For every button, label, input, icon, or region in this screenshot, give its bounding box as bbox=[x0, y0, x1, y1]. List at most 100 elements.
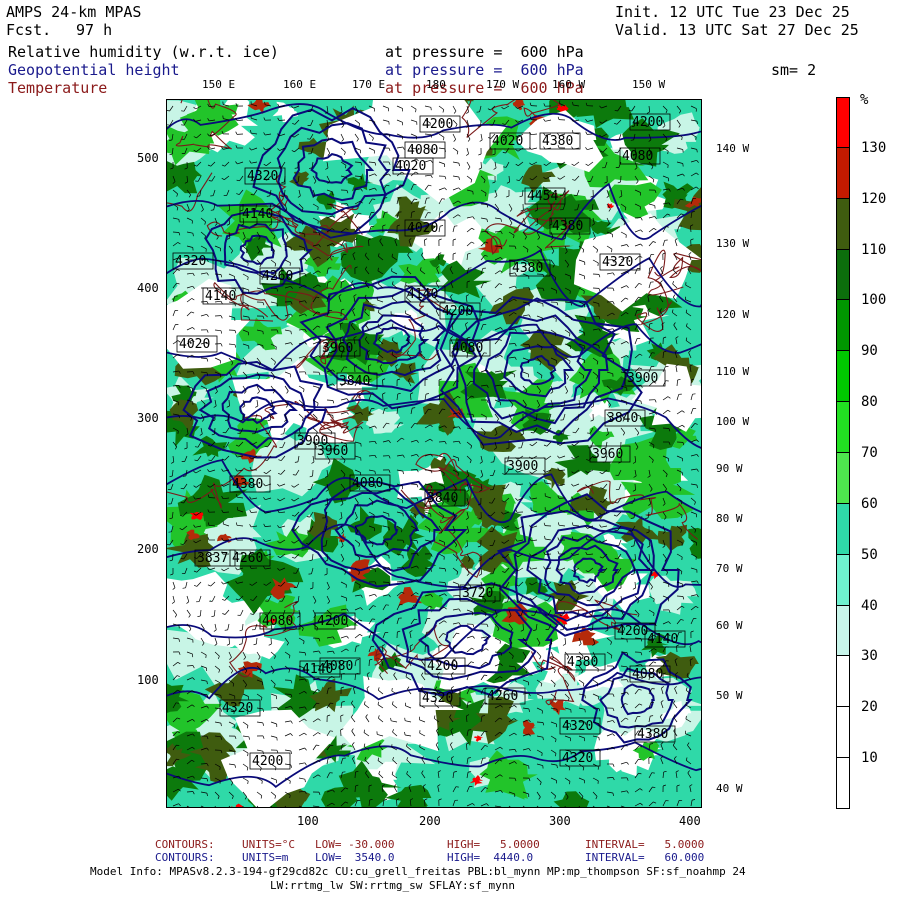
wind-barb-flag bbox=[372, 618, 376, 620]
wind-barb bbox=[382, 379, 384, 387]
height-label: 4380 bbox=[512, 261, 543, 276]
height-label: 3837 bbox=[197, 551, 228, 566]
colorbar-label: 90 bbox=[861, 343, 878, 360]
map-plot: 4320 4140 4260 4320 4140 4020 4080 4020 4200 4380… bbox=[166, 99, 702, 808]
colorbar-label: 120 bbox=[861, 190, 887, 207]
height-label: 4200 bbox=[252, 754, 283, 769]
height-contours-label: CONTOURS: bbox=[155, 851, 215, 864]
colorbar-segment bbox=[836, 351, 850, 403]
height-label: 4200 bbox=[427, 659, 458, 674]
colorbar-segment bbox=[836, 554, 850, 606]
wind-barb-flag bbox=[614, 572, 618, 574]
height-contours-units: UNITS=m bbox=[242, 851, 289, 864]
wind-barb-flag bbox=[598, 345, 600, 349]
lon-label-top: 150 W bbox=[632, 78, 666, 91]
temp-contours-label: CONTOURS: bbox=[155, 838, 215, 851]
wind-barb bbox=[172, 231, 180, 233]
wind-barb-flag bbox=[402, 513, 404, 517]
lon-label-right: 120 W bbox=[716, 308, 750, 321]
wind-barb bbox=[480, 203, 488, 205]
wind-barb bbox=[270, 315, 278, 317]
height-contours-interval: INTERVAL= 60.000 bbox=[585, 851, 705, 864]
wind-barb-flag bbox=[584, 695, 586, 699]
height-label: 4260 bbox=[617, 624, 648, 639]
height-label: 3840 bbox=[339, 374, 370, 389]
height-label: 4320 bbox=[222, 701, 253, 716]
wind-barb-flag bbox=[653, 613, 655, 617]
wind-barb bbox=[354, 785, 356, 793]
field-height-level: at pressure = 600 hPa bbox=[385, 61, 584, 79]
wind-barb-flag bbox=[696, 149, 698, 153]
colorbar-label: 10 bbox=[861, 750, 878, 767]
height-label: 3840 bbox=[607, 411, 638, 426]
colorbar-segment bbox=[836, 97, 850, 148]
model-title: AMPS 24-km MPAS bbox=[6, 3, 142, 21]
lon-label-right: 80 W bbox=[716, 512, 743, 525]
height-label: 4020 bbox=[395, 159, 426, 174]
temp-contours-high: HIGH= 5.0000 bbox=[447, 838, 540, 851]
wind-barb-flag bbox=[280, 433, 284, 435]
wind-barb-flag bbox=[685, 715, 687, 719]
wind-barb bbox=[662, 427, 670, 429]
wind-barb-flag bbox=[569, 361, 571, 365]
wind-barb-flag bbox=[206, 681, 208, 685]
lon-label-top: 170 W bbox=[486, 78, 520, 91]
wind-barb bbox=[208, 497, 216, 499]
colorbar-label: 60 bbox=[861, 495, 878, 512]
height-label: 4260 bbox=[487, 689, 518, 704]
field-rh-level: at pressure = 600 hPa bbox=[385, 43, 584, 61]
height-label: 4320 bbox=[562, 751, 593, 766]
wind-barb-flag bbox=[391, 687, 393, 692]
wind-barb bbox=[536, 721, 544, 723]
lon-label-right: 130 W bbox=[716, 237, 750, 250]
height-label: 4080 bbox=[632, 667, 663, 682]
wind-barb-flag bbox=[488, 558, 492, 560]
wind-barb-flag bbox=[358, 226, 362, 228]
temp-contours-units: UNITS=°C bbox=[242, 838, 295, 851]
wind-barb bbox=[354, 771, 356, 779]
wind-barb bbox=[186, 791, 194, 793]
height-label: 4200 bbox=[632, 115, 663, 130]
colorbar-segment bbox=[836, 605, 850, 657]
y-tick-label: 200 bbox=[137, 542, 159, 556]
wind-barb-flag bbox=[247, 753, 249, 757]
colorbar-segment bbox=[836, 147, 850, 199]
wind-barb bbox=[368, 659, 370, 667]
wind-barb bbox=[214, 273, 222, 275]
colorbar-label: 130 bbox=[861, 139, 887, 156]
x-tick-label: 100 bbox=[297, 814, 319, 828]
wind-barb bbox=[438, 581, 446, 583]
wind-barb-flag bbox=[292, 474, 296, 476]
height-contours-high: HIGH= 4440.0 bbox=[447, 851, 534, 864]
wind-barb bbox=[592, 623, 594, 631]
colorbar-segment bbox=[836, 656, 850, 708]
height-label: 4020 bbox=[492, 134, 523, 149]
wind-barb-flag bbox=[344, 366, 348, 368]
height-label: 3720 bbox=[462, 586, 493, 601]
wind-barb-flag bbox=[444, 457, 446, 461]
lon-label-right: 90 W bbox=[716, 462, 743, 475]
height-label: 3960 bbox=[317, 444, 348, 459]
lon-label-right: 110 W bbox=[716, 365, 750, 378]
wind-barb bbox=[354, 175, 362, 177]
colorbar-segment bbox=[836, 402, 850, 453]
height-label: 4380 bbox=[542, 134, 573, 149]
wind-barb-flag bbox=[681, 501, 683, 505]
wind-barb-flag bbox=[264, 101, 266, 105]
colorbar-label: 20 bbox=[861, 699, 878, 716]
wind-barb-flag bbox=[192, 233, 194, 237]
wind-barb bbox=[494, 245, 502, 247]
height-label: 4140 bbox=[407, 287, 438, 302]
height-label: 4380 bbox=[637, 727, 668, 742]
wind-barb-flag bbox=[328, 757, 332, 759]
height-label: 4380 bbox=[567, 655, 598, 670]
wind-barb-flag bbox=[468, 729, 472, 731]
field-temp-name: Temperature bbox=[8, 79, 108, 97]
x-tick-label: 200 bbox=[419, 814, 441, 828]
colorbar-label: 110 bbox=[861, 241, 887, 258]
init-time: Init. 12 UTC Tue 23 Dec 25 bbox=[615, 3, 850, 21]
wind-barb-flag bbox=[514, 387, 516, 391]
temp-contours-low: LOW= -30.000 bbox=[315, 838, 395, 851]
height-label: 4320 bbox=[562, 719, 593, 734]
height-label: 3900 bbox=[627, 371, 658, 386]
